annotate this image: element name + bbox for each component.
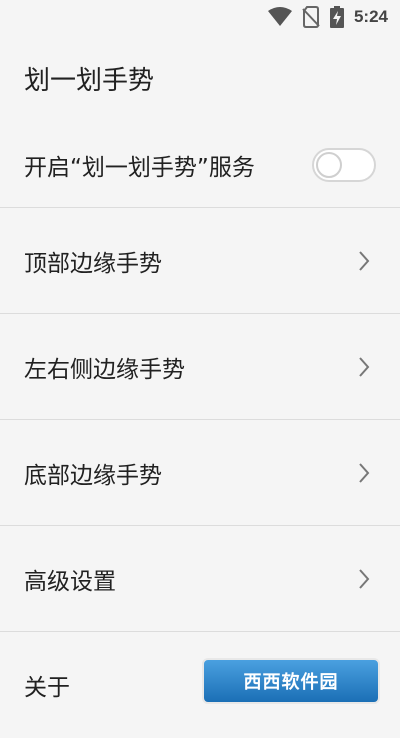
settings-item-label: 左右侧边缘手势 bbox=[24, 356, 185, 383]
settings-item-top-edge[interactable]: 顶部边缘手势 bbox=[0, 208, 400, 314]
settings-list: 开启“划一划手势”服务 顶部边缘手势 左右侧边缘手势 底部边缘手势 高级设置 关… bbox=[0, 122, 400, 738]
status-time: 5:24 bbox=[353, 7, 388, 26]
service-toggle-row[interactable]: 开启“划一划手势”服务 bbox=[0, 122, 400, 208]
settings-item-advanced[interactable]: 高级设置 bbox=[0, 526, 400, 632]
page-title: 划一划手势 bbox=[24, 65, 155, 96]
battery-charging-icon bbox=[329, 6, 344, 28]
settings-item-label: 高级设置 bbox=[24, 568, 116, 595]
service-toggle-switch[interactable] bbox=[312, 147, 376, 182]
watermark-logo: 西西软件园 bbox=[202, 658, 380, 704]
wifi-icon bbox=[267, 7, 292, 27]
app-bar: 划一划手势 bbox=[0, 34, 400, 122]
settings-item-bottom-edge[interactable]: 底部边缘手势 bbox=[0, 420, 400, 526]
settings-item-side-edges[interactable]: 左右侧边缘手势 bbox=[0, 314, 400, 420]
chevron-right-icon bbox=[354, 249, 374, 273]
watermark-text: 西西软件园 bbox=[243, 672, 339, 693]
status-bar: 5:24 bbox=[0, 0, 400, 34]
chevron-right-icon bbox=[354, 355, 374, 379]
toggle-knob bbox=[316, 151, 342, 178]
service-toggle-label: 开启“划一划手势”服务 bbox=[24, 154, 255, 181]
no-sim-icon bbox=[302, 6, 320, 28]
chevron-right-icon bbox=[354, 567, 374, 591]
settings-item-label: 关于 bbox=[24, 675, 70, 701]
chevron-right-icon bbox=[354, 461, 374, 485]
settings-item-label: 底部边缘手势 bbox=[24, 462, 162, 489]
settings-item-label: 顶部边缘手势 bbox=[24, 250, 162, 277]
